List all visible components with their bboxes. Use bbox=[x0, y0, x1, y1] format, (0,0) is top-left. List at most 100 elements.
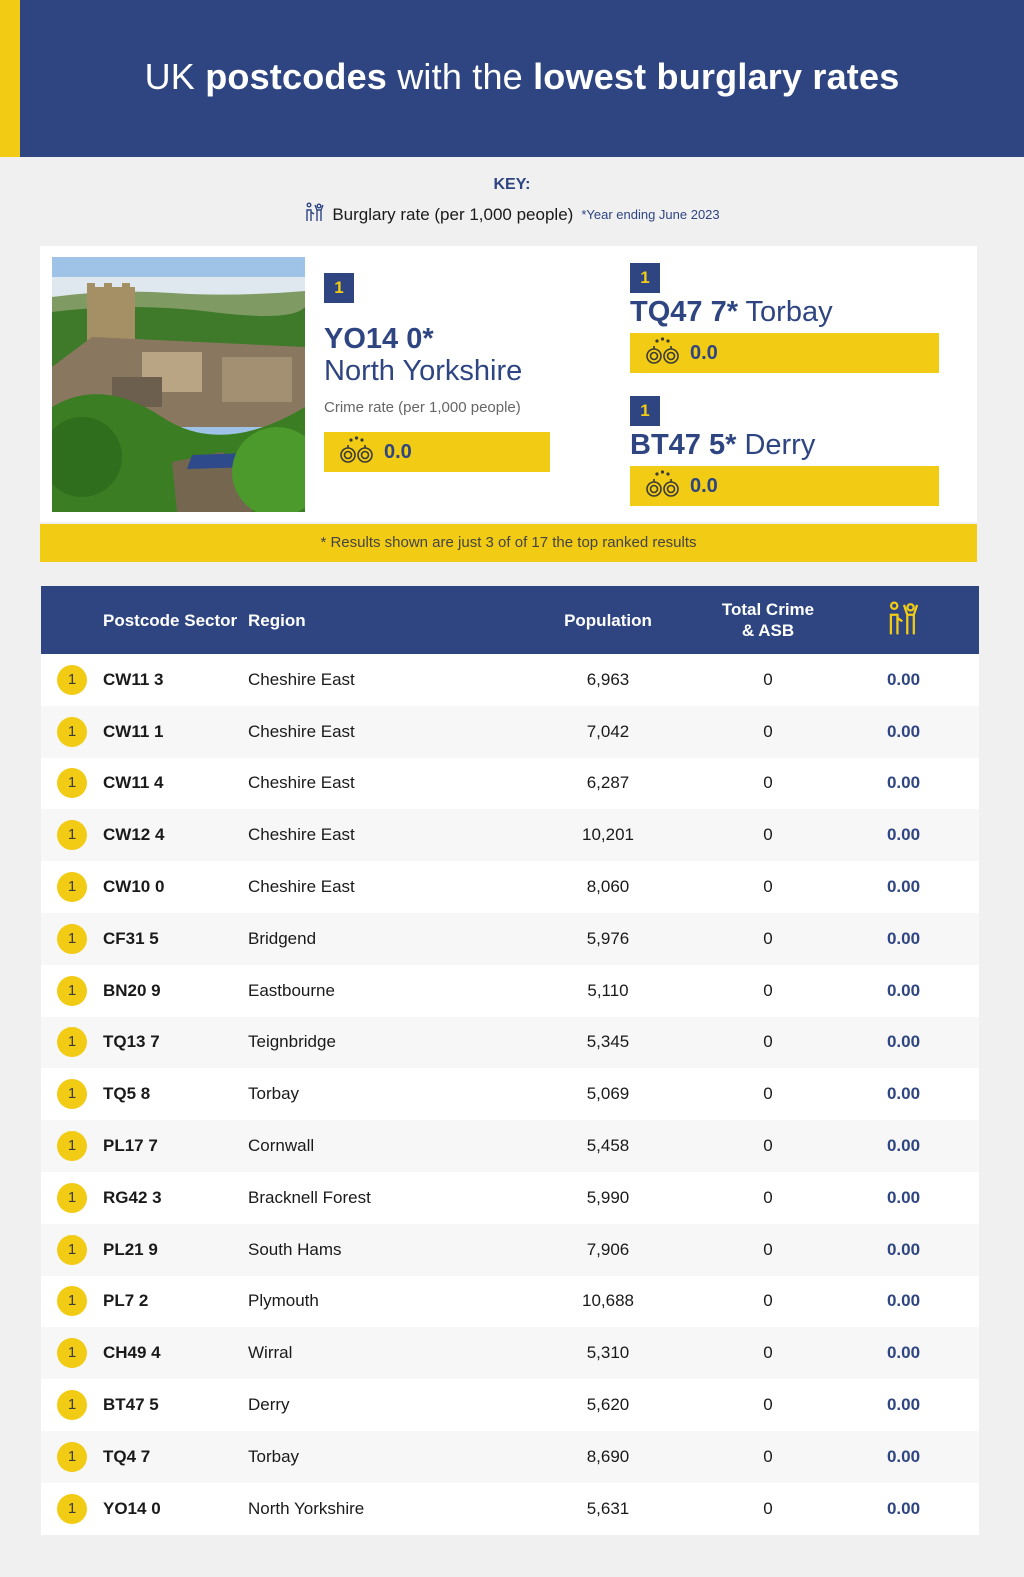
region-cell: Bridgend bbox=[248, 928, 317, 948]
rank-badge: 1 bbox=[57, 820, 87, 851]
rank-badge: 1 bbox=[630, 263, 660, 293]
key-note: *Year ending June 2023 bbox=[581, 207, 720, 222]
rank-cell: 1 bbox=[41, 768, 103, 799]
burglary-rate-cell: 0.00 bbox=[886, 1395, 921, 1415]
burglary-rate-cell: 0.00 bbox=[886, 1187, 921, 1207]
rank-cell: 1 bbox=[41, 923, 103, 954]
rank-cell: 1 bbox=[41, 975, 103, 1006]
postcode-cell: CW10 0 bbox=[103, 877, 165, 897]
burglary-rate-cell: 0.00 bbox=[886, 721, 921, 741]
burglary-rate-cell: 0.00 bbox=[886, 1343, 921, 1363]
title-part: UK bbox=[144, 56, 206, 97]
rate-bar: 0.0 bbox=[324, 432, 550, 472]
region-cell: Cornwall bbox=[248, 1136, 315, 1156]
table-row: 1 PL17 7 Cornwall 5,458 0 0.00 bbox=[41, 1120, 979, 1172]
title-part: lowest burglary rates bbox=[533, 56, 900, 97]
table-row: 1 BN20 9 Eastbourne 5,110 0 0.00 bbox=[41, 964, 979, 1017]
table-row: 1 TQ13 7 Teignbridge 5,345 0 0.00 bbox=[41, 1016, 979, 1069]
total-crime-cell: 0 bbox=[763, 1446, 773, 1466]
burglary-rate-cell: 0.00 bbox=[886, 1446, 921, 1466]
region-cell: North Yorkshire bbox=[248, 1498, 365, 1518]
region-cell: Teignbridge bbox=[248, 1032, 336, 1052]
table-row: 1 BT47 5 Derry 5,620 0 0.00 bbox=[41, 1379, 979, 1431]
table-row: 1 CF31 5 Bridgend 5,976 0 0.00 bbox=[41, 912, 979, 965]
burglary-rate-cell: 0.00 bbox=[886, 773, 921, 793]
table-header: Postcode Sector Region Population Total … bbox=[41, 586, 979, 654]
population-cell: 5,069 bbox=[586, 1084, 630, 1104]
region-cell: Cheshire East bbox=[248, 877, 355, 897]
postcode-cell: CW11 1 bbox=[103, 721, 164, 741]
rank-cell: 1 bbox=[41, 1390, 103, 1421]
rank-badge: 1 bbox=[57, 1441, 87, 1472]
table-row: 1 CW11 3 Cheshire East 6,963 0 0.00 bbox=[41, 654, 979, 706]
population-cell: 5,310 bbox=[586, 1343, 630, 1363]
burglary-rate-cell: 0.00 bbox=[886, 1239, 921, 1259]
region: Torbay bbox=[745, 296, 833, 328]
burglary-rate-cell: 0.00 bbox=[886, 1291, 921, 1311]
key-row: Burglary rate (per 1,000 people) *Year e… bbox=[0, 202, 1024, 227]
town-photo bbox=[52, 257, 305, 512]
accent-stripe bbox=[0, 0, 20, 157]
key-text: Burglary rate (per 1,000 people) bbox=[332, 204, 574, 224]
total-crime-cell: 0 bbox=[763, 1032, 773, 1052]
handcuffs-icon bbox=[644, 469, 682, 503]
population-cell: 5,976 bbox=[586, 928, 630, 948]
burglary-rate-cell: 0.00 bbox=[886, 1498, 921, 1518]
key-label: KEY: bbox=[493, 176, 531, 193]
total-crime-cell: 0 bbox=[763, 877, 773, 897]
rank-cell: 1 bbox=[41, 820, 103, 851]
region-cell: Eastbourne bbox=[248, 980, 335, 1000]
crime-rate-caption: Crime rate (per 1,000 people) bbox=[324, 399, 521, 416]
rank-cell: 1 bbox=[41, 664, 103, 695]
legend-key: KEY: Burglary rate (per 1,000 people) *Y… bbox=[0, 176, 1024, 227]
region: North Yorkshire bbox=[324, 355, 523, 387]
title-part: postcodes bbox=[205, 56, 388, 97]
region-cell: Cheshire East bbox=[248, 721, 355, 741]
total-crime-cell: 0 bbox=[763, 669, 773, 689]
total-crime-cell: 0 bbox=[763, 1291, 773, 1311]
rank-badge: 1 bbox=[57, 872, 87, 903]
table-row: 1 CH49 4 Wirral 5,310 0 0.00 bbox=[41, 1327, 979, 1380]
rank-cell: 1 bbox=[41, 1131, 103, 1162]
region-cell: South Hams bbox=[248, 1239, 342, 1259]
table-row: 1 PL21 9 South Hams 7,906 0 0.00 bbox=[41, 1223, 979, 1276]
postcode-cell: CW12 4 bbox=[103, 825, 165, 845]
table-body: 1 CW11 3 Cheshire East 6,963 0 0.00 1 CW… bbox=[41, 654, 979, 1535]
rank-badge: 1 bbox=[57, 1338, 87, 1369]
region-cell: Plymouth bbox=[248, 1291, 319, 1311]
population-cell: 5,620 bbox=[586, 1395, 630, 1415]
featured-secondary: 1 BT47 5* Derry 0.0 bbox=[630, 396, 940, 506]
rank-badge: 1 bbox=[57, 923, 87, 954]
population-cell: 6,963 bbox=[586, 669, 630, 689]
rank-badge: 1 bbox=[57, 1131, 87, 1162]
total-crime-cell: 0 bbox=[763, 1395, 773, 1415]
postcode-cell: CW11 3 bbox=[103, 669, 164, 689]
rate-value: 0.0 bbox=[690, 474, 718, 497]
population-cell: 6,287 bbox=[586, 773, 630, 793]
rate-value: 0.0 bbox=[690, 341, 718, 364]
rank-cell: 1 bbox=[41, 1182, 103, 1213]
total-crime-cell: 0 bbox=[763, 721, 773, 741]
featured-primary: 1 YO14 0* North Yorkshire Crime rate (pe… bbox=[324, 273, 564, 472]
results-note: * Results shown are just 3 of of 17 the … bbox=[40, 524, 977, 562]
postcode-cell: TQ13 7 bbox=[103, 1032, 160, 1052]
table-row: 1 YO14 0 North Yorkshire 5,631 0 0.00 bbox=[41, 1482, 979, 1535]
title-part: with the bbox=[387, 56, 534, 97]
table-row: 1 CW11 1 Cheshire East 7,042 0 0.00 bbox=[41, 705, 979, 758]
total-crime-cell: 0 bbox=[763, 1136, 773, 1156]
postcode-cell: RG42 3 bbox=[103, 1187, 162, 1207]
total-crime-cell: 0 bbox=[763, 1084, 773, 1104]
population-cell: 8,060 bbox=[586, 877, 630, 897]
rank-cell: 1 bbox=[41, 1441, 103, 1472]
rank-cell: 1 bbox=[41, 1338, 103, 1369]
rank-badge: 1 bbox=[630, 396, 660, 426]
rank-cell: 1 bbox=[41, 1027, 103, 1058]
postcode-title: BT47 5* Derry bbox=[630, 428, 940, 462]
page-title: UK postcodes with the lowest burglary ra… bbox=[20, 56, 1024, 98]
postcode-cell: PL17 7 bbox=[103, 1136, 158, 1156]
postcode-cell: CF31 5 bbox=[103, 928, 159, 948]
population-cell: 8,690 bbox=[586, 1446, 630, 1466]
postcode-cell: BT47 5 bbox=[103, 1395, 159, 1415]
total-crime-cell: 0 bbox=[763, 1239, 773, 1259]
rank-cell: 1 bbox=[41, 872, 103, 903]
